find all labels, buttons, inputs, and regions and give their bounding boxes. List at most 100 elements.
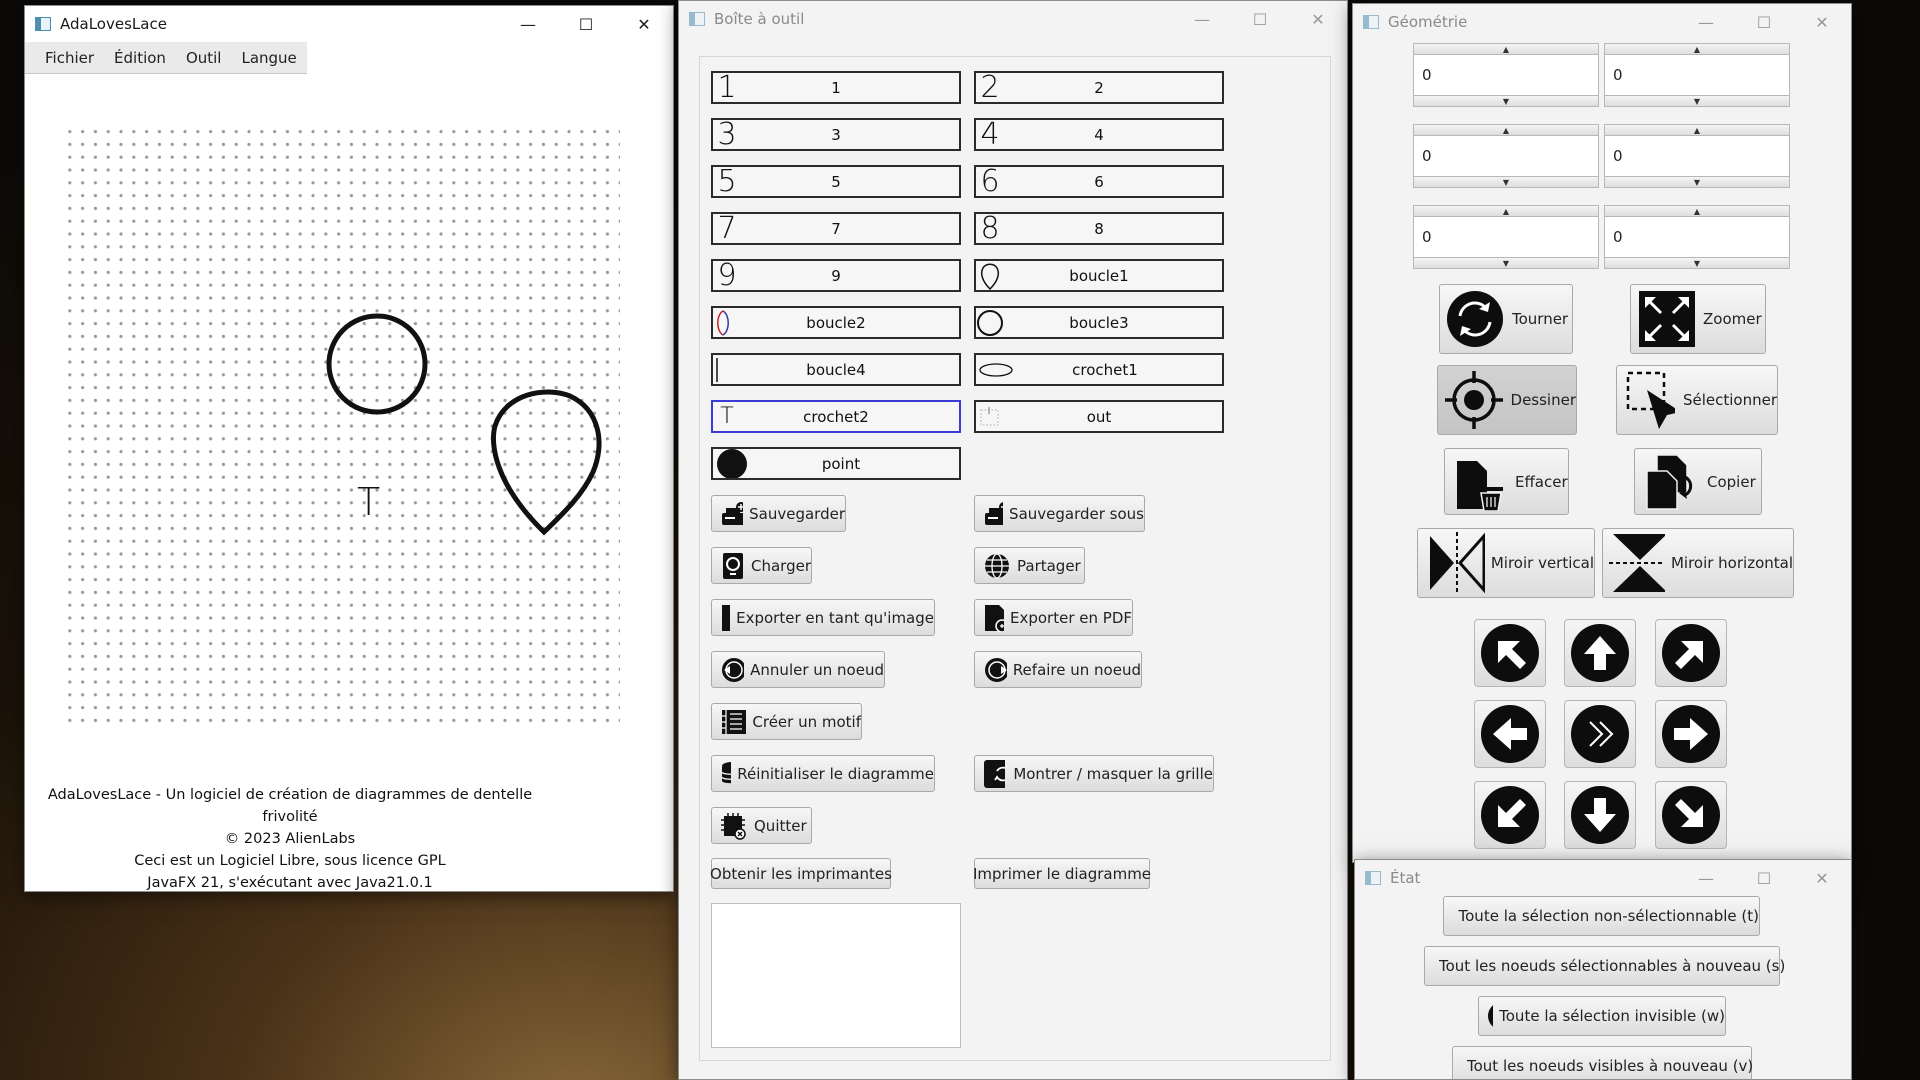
down-left-arrow-icon xyxy=(1498,799,1526,827)
toggle-grid-button[interactable]: Montrer / masquer la grille xyxy=(974,755,1214,792)
create-pattern-button[interactable]: Créer un motif xyxy=(711,703,862,740)
up-arrow-icon xyxy=(1584,636,1616,670)
save-button[interactable]: Sauvegarder xyxy=(711,495,846,532)
save-as-button[interactable]: Sauvegarder sous xyxy=(974,495,1145,532)
export-pdf-button[interactable]: Exporter en PDF xyxy=(974,599,1133,636)
all-selectable-again-button[interactable]: Tout les noeuds sélectionnables à nouvea… xyxy=(1424,946,1785,986)
palette-out[interactable]: out xyxy=(974,400,1224,433)
main-titlebar[interactable]: AdaLovesLace — ☐ ✕ xyxy=(25,6,673,42)
copy-button[interactable]: Copier xyxy=(1634,448,1762,515)
rotate-button[interactable]: Tourner xyxy=(1439,284,1573,354)
close-button[interactable]: ✕ xyxy=(1289,1,1347,37)
erase-button[interactable]: Effacer xyxy=(1444,448,1569,515)
toolbox-titlebar[interactable]: Boîte à outil — ☐ ✕ xyxy=(679,1,1347,37)
spinner-up-icon[interactable]: ▲ xyxy=(1604,124,1790,136)
printer-list[interactable] xyxy=(711,903,961,1048)
palette-boucle4[interactable]: boucle4 xyxy=(711,353,961,386)
diagram-canvas[interactable]: T xyxy=(25,74,674,724)
menu-fichier[interactable]: Fichier xyxy=(25,49,104,67)
get-printers-button[interactable]: Obtenir les imprimantes xyxy=(710,858,892,889)
move-up-right-button[interactable] xyxy=(1655,619,1727,687)
spinner-3[interactable]: ▲ 0 ▼ xyxy=(1413,124,1599,188)
mirror-vertical-button[interactable]: Miroir vertical xyxy=(1417,528,1595,598)
menu-outil[interactable]: Outil xyxy=(176,49,232,67)
spinner-up-icon[interactable]: ▲ xyxy=(1604,205,1790,217)
minimize-button[interactable]: — xyxy=(499,6,557,42)
palette-boucle3[interactable]: boucle3 xyxy=(974,306,1224,339)
palette-5[interactable]: 55 xyxy=(711,165,961,198)
palette-boucle1[interactable]: boucle1 xyxy=(974,259,1224,292)
spinner-up-icon[interactable]: ▲ xyxy=(1604,43,1790,55)
menu-langue[interactable]: Langue xyxy=(231,49,306,67)
spinner-up-icon[interactable]: ▲ xyxy=(1413,124,1599,136)
spinner-down-icon[interactable]: ▼ xyxy=(1413,257,1599,269)
redo-knot-button[interactable]: Refaire un noeud xyxy=(974,651,1142,688)
spinner-down-icon[interactable]: ▼ xyxy=(1604,257,1790,269)
digit-3-icon: 3 xyxy=(717,120,737,149)
quit-chip-icon xyxy=(721,812,746,840)
maximize-button[interactable]: ☐ xyxy=(1231,1,1289,37)
share-button[interactable]: Partager xyxy=(974,547,1085,584)
spinner-down-icon[interactable]: ▼ xyxy=(1604,176,1790,188)
maximize-button[interactable]: ☐ xyxy=(557,6,615,42)
select-button[interactable]: Sélectionner xyxy=(1616,365,1778,435)
maximize-button[interactable]: ☐ xyxy=(1735,860,1793,896)
move-up-button[interactable] xyxy=(1564,619,1636,687)
reset-diagram-button[interactable]: Réinitialiser le diagramme xyxy=(711,755,935,792)
close-button[interactable]: ✕ xyxy=(1793,860,1851,896)
palette-boucle2[interactable]: boucle2 xyxy=(711,306,961,339)
maximize-button[interactable]: ☐ xyxy=(1735,4,1793,40)
move-down-right-button[interactable] xyxy=(1655,781,1727,849)
palette-8[interactable]: 88 xyxy=(974,212,1224,245)
minimize-button[interactable]: — xyxy=(1677,860,1735,896)
minimize-button[interactable]: — xyxy=(1173,1,1231,37)
geometry-titlebar[interactable]: Géométrie — ☐ ✕ xyxy=(1353,4,1851,40)
palette-4[interactable]: 44 xyxy=(974,118,1224,151)
draw-button[interactable]: Dessiner xyxy=(1437,365,1577,435)
spinner-up-icon[interactable]: ▲ xyxy=(1413,43,1599,55)
palette-point[interactable]: point xyxy=(711,447,961,480)
palette-7[interactable]: 77 xyxy=(711,212,961,245)
spinner-down-icon[interactable]: ▼ xyxy=(1413,95,1599,107)
all-invisible-button[interactable]: Toute la sélection invisible (w) xyxy=(1478,996,1726,1036)
all-visible-again-button[interactable]: Tout les noeuds visibles à nouveau (v) xyxy=(1452,1046,1753,1079)
all-unselectable-button[interactable]: Toute la sélection non-sélectionnable (t… xyxy=(1443,896,1760,936)
zoom-expand-icon xyxy=(1639,291,1695,347)
export-image-button[interactable]: Exporter en tant qu'image xyxy=(711,599,935,636)
undo-icon xyxy=(722,657,745,682)
quit-button[interactable]: Quitter xyxy=(711,807,812,844)
zoom-button[interactable]: Zoomer xyxy=(1630,284,1766,354)
palette-1[interactable]: 11 xyxy=(711,71,961,104)
palette-9[interactable]: 99 xyxy=(711,259,961,292)
spinner-down-icon[interactable]: ▼ xyxy=(1604,95,1790,107)
spinner-up-icon[interactable]: ▲ xyxy=(1413,205,1599,217)
spinner-5[interactable]: ▲ 0 ▼ xyxy=(1413,205,1599,269)
move-down-left-button[interactable] xyxy=(1474,781,1546,849)
state-titlebar[interactable]: État — ☐ ✕ xyxy=(1355,860,1851,896)
palette-crochet1[interactable]: crochet1 xyxy=(974,353,1224,386)
move-left-button[interactable] xyxy=(1474,700,1546,768)
close-button[interactable]: ✕ xyxy=(615,6,673,42)
spinner-4[interactable]: ▲ 0 ▼ xyxy=(1604,124,1790,188)
load-button[interactable]: Charger xyxy=(711,547,812,584)
move-down-button[interactable] xyxy=(1564,781,1636,849)
mirror-horizontal-button[interactable]: Miroir horizontal xyxy=(1602,528,1794,598)
spinner-2[interactable]: ▲ 0 ▼ xyxy=(1604,43,1790,107)
vertical-bar-icon xyxy=(713,355,741,384)
move-up-left-button[interactable] xyxy=(1474,619,1546,687)
spinner-down-icon[interactable]: ▼ xyxy=(1413,176,1599,188)
menu-edition[interactable]: Édition xyxy=(104,49,176,67)
close-button[interactable]: ✕ xyxy=(1793,4,1851,40)
palette-3[interactable]: 33 xyxy=(711,118,961,151)
palette-6[interactable]: 66 xyxy=(974,165,1224,198)
palette-2[interactable]: 22 xyxy=(974,71,1224,104)
minimize-button[interactable]: — xyxy=(1677,4,1735,40)
move-right-button[interactable] xyxy=(1655,700,1727,768)
undo-knot-button[interactable]: Annuler un noeud xyxy=(711,651,885,688)
crochet2-node[interactable]: T xyxy=(357,480,380,524)
spinner-1[interactable]: ▲ 0 ▼ xyxy=(1413,43,1599,107)
palette-crochet2[interactable]: Tcrochet2 xyxy=(711,400,961,433)
spinner-6[interactable]: ▲ 0 ▼ xyxy=(1604,205,1790,269)
print-diagram-button[interactable]: Imprimer le diagramme xyxy=(973,858,1151,889)
move-center-button[interactable] xyxy=(1564,700,1636,768)
